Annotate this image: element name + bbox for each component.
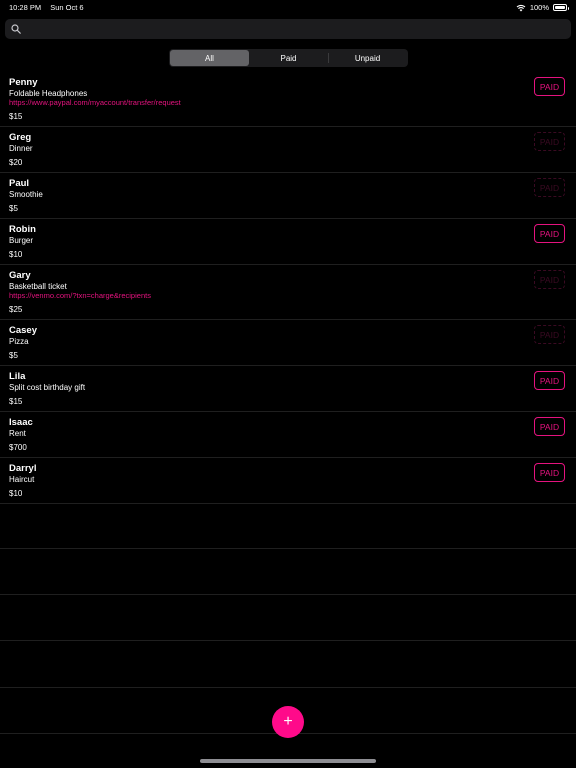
status-left: 10:28 PM Sun Oct 6 [9,3,91,12]
request-row[interactable]: Paul Smoothie $5 PAID [0,173,576,219]
request-link[interactable]: https://venmo.com/?txn=charge&recipients [9,291,151,300]
request-description: Smoothie [9,190,43,199]
request-row[interactable]: Gary Basketball ticket https://venmo.com/?… [0,265,576,320]
request-name: Darryl [9,463,37,474]
request-amount: $25 [9,305,23,314]
request-row[interactable]: Lila Split cost birthday gift $15 PAID [0,366,576,412]
paid-toggle-button[interactable]: PAID [534,270,565,289]
battery-icon [553,4,569,11]
request-amount: $5 [9,204,18,213]
request-name: Gary [9,270,31,281]
request-row[interactable]: Robin Burger $10 PAID [0,219,576,265]
search-input[interactable] [25,22,565,38]
status-bar: 10:28 PM Sun Oct 6 100% [0,0,576,16]
request-row[interactable]: Penny Foldable Headphones https://www.payp… [0,72,576,127]
request-row[interactable]: Greg Dinner $20 PAID [0,127,576,173]
search-bar[interactable] [5,19,571,39]
empty-row-divider [0,594,576,595]
search-icon [11,24,21,34]
request-link[interactable]: https://www.paypal.com/myaccount/transfe… [9,98,181,107]
request-description: Basketball ticket [9,282,67,291]
add-request-button[interactable]: + [272,706,304,738]
request-name: Paul [9,178,30,189]
request-description: Split cost birthday gift [9,383,86,392]
request-description: Haircut [9,475,35,484]
paid-toggle-button[interactable]: PAID [534,178,565,197]
request-description: Pizza [9,337,29,346]
request-row[interactable]: Darryl Haircut $10 PAID [0,458,576,504]
segment-paid[interactable]: Paid [249,50,328,66]
segment-all[interactable]: All [170,50,249,66]
request-name: Casey [9,325,37,336]
request-name: Isaac [9,417,33,428]
request-description: Foldable Headphones [9,89,88,98]
empty-row-divider [0,548,576,549]
paid-toggle-button[interactable]: PAID [534,417,565,436]
paid-toggle-button[interactable]: PAID [534,371,565,390]
request-description: Dinner [9,144,33,153]
home-indicator [200,759,376,763]
request-description: Burger [9,236,34,245]
request-row[interactable]: Isaac Rent $700 PAID [0,412,576,458]
request-list: Penny Foldable Headphones https://www.payp… [0,72,576,504]
status-time: 10:28 PM [9,3,42,12]
request-name: Robin [9,224,36,235]
empty-row-divider [0,687,576,688]
request-description: Rent [9,429,26,438]
request-name: Greg [9,132,32,143]
request-name: Lila [9,371,26,382]
request-name: Penny [9,77,38,88]
status-right: 100% [516,3,569,12]
paid-toggle-button[interactable]: PAID [534,132,565,151]
request-amount: $700 [9,443,27,452]
paid-toggle-button[interactable]: PAID [534,325,565,344]
request-row[interactable]: Casey Pizza $5 PAID [0,320,576,366]
segment-unpaid[interactable]: Unpaid [328,50,407,66]
battery-percent: 100% [529,3,549,12]
request-amount: $15 [9,112,23,121]
empty-row-divider [0,640,576,641]
request-amount: $10 [9,489,23,498]
paid-toggle-button[interactable]: PAID [534,224,565,243]
status-date: Sun Oct 6 [50,3,84,12]
filter-segmented-control: All Paid Unpaid [169,49,408,67]
paid-toggle-button[interactable]: PAID [534,463,565,482]
paid-toggle-button[interactable]: PAID [534,77,565,96]
request-amount: $5 [9,351,18,360]
request-amount: $10 [9,250,23,259]
request-amount: $15 [9,397,23,406]
request-amount: $20 [9,158,23,167]
wifi-icon [516,4,526,11]
